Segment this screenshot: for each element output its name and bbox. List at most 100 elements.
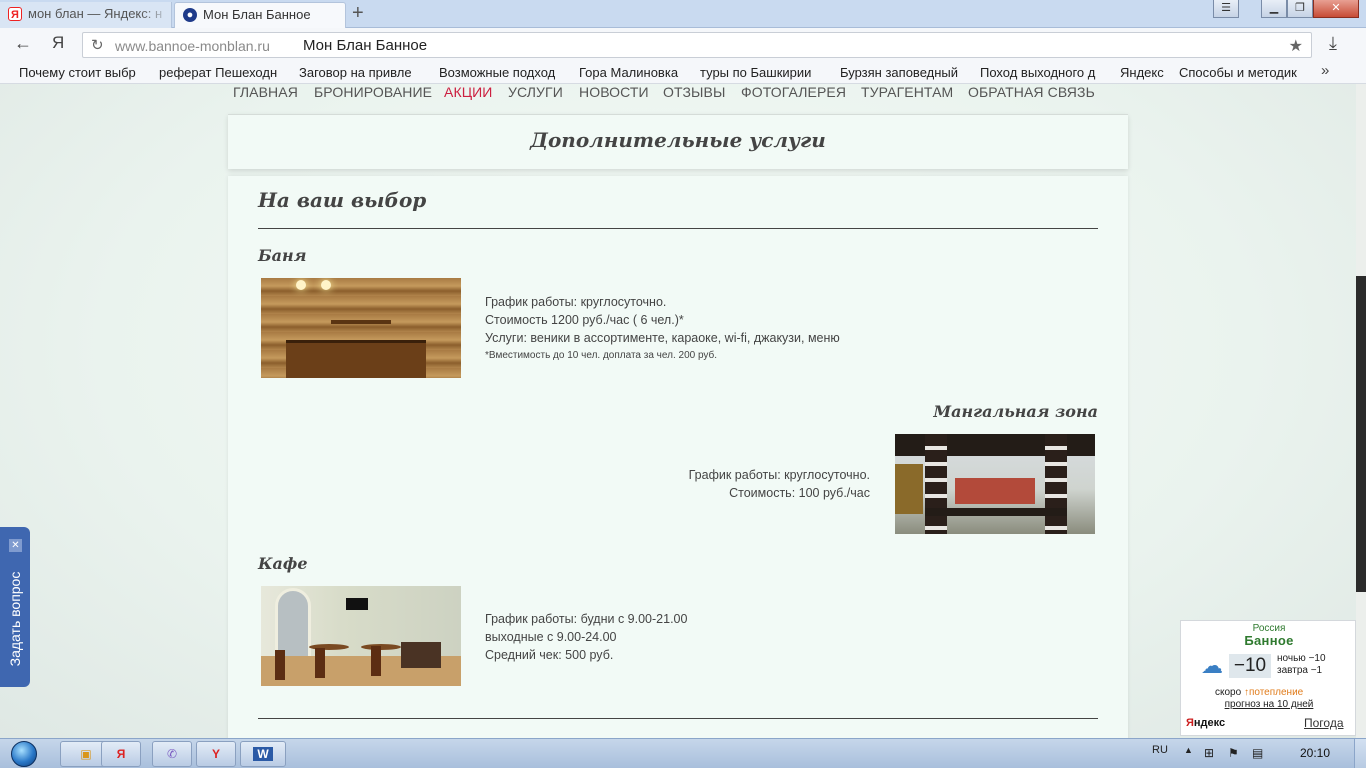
nav-agents[interactable]: ТУРАГЕНТАМ (861, 84, 953, 100)
page-scrollbar[interactable] (1356, 84, 1366, 738)
weather-tomorrow: завтра −1 (1277, 665, 1323, 676)
nav-home[interactable]: ГЛАВНАЯ (233, 84, 298, 100)
bookmarks-bar: Почему стоит выбр реферат Пешеходн Загов… (0, 62, 1366, 84)
mangal-photo[interactable] (895, 434, 1095, 534)
nav-gallery[interactable]: ФОТОГАЛЕРЕЯ (741, 84, 846, 100)
viber-icon: ✆ (166, 747, 178, 761)
site-favicon-icon: ● (183, 8, 197, 22)
show-desktop-button[interactable] (1354, 739, 1366, 768)
nav-promotions[interactable]: АКЦИИ (444, 84, 492, 100)
fence (955, 478, 1035, 504)
forecast-link[interactable]: прогноз на 10 дней (1181, 699, 1357, 710)
divider (258, 718, 1098, 719)
cafe-details: График работы: будни с 9.00-21.00 выходн… (485, 610, 885, 664)
service-title-banya: Баня (258, 246, 307, 265)
lamp (321, 280, 331, 290)
chair (275, 650, 285, 680)
yandex-brand[interactable]: Яндекс (1186, 717, 1225, 729)
ask-question-widget[interactable]: ✕ Задать вопрос (0, 527, 30, 687)
bookmark-item[interactable]: Почему стоит выбр (19, 65, 145, 80)
banya-hours: График работы: круглосуточно. (485, 295, 667, 309)
nav-booking[interactable]: БРОНИРОВАНИЕ (314, 84, 432, 100)
tab-fade (141, 2, 171, 26)
yandex-logo-icon[interactable]: Я (52, 33, 64, 53)
post (925, 434, 947, 534)
download-icon[interactable]: ⤓ (1329, 33, 1337, 54)
yandex-brand-first: Я (1186, 717, 1194, 729)
nav-reviews[interactable]: ОТЗЫВЫ (663, 84, 725, 100)
shelf (331, 320, 391, 324)
cafe-weekends: выходные с 9.00-24.00 (485, 630, 617, 644)
page-title: Дополнительные услуги (530, 128, 826, 152)
network-icon[interactable]: ▤ (1252, 746, 1268, 760)
bookmark-item[interactable]: Гора Малиновка (579, 65, 689, 80)
menu-button[interactable]: ☰ (1213, 0, 1239, 18)
tab-yandex-search[interactable]: Я мон блан — Яндекс: н (0, 2, 172, 28)
cafe-photo[interactable] (261, 586, 461, 686)
nav-news[interactable]: НОВОСТИ (579, 84, 649, 100)
tv (346, 598, 368, 610)
close-icon[interactable]: ✕ (9, 539, 22, 552)
yandex-brand-rest: ндекс (1193, 717, 1226, 729)
pogoda-link[interactable]: Погода (1304, 716, 1344, 730)
clock[interactable]: 20:10 (1300, 746, 1330, 760)
url-domain: www.bannoe-monblan.ru (115, 38, 270, 54)
bookmark-item[interactable]: Заговор на привле (299, 65, 425, 80)
banya-details: График работы: круглосуточно. Стоимость … (485, 293, 905, 365)
address-bar: ← Я ↻ www.bannoe-monblan.ru Мон Блан Бан… (0, 28, 1366, 62)
back-arrow-icon[interactable]: ← (14, 33, 32, 54)
taskbar-yandex[interactable]: Я (101, 741, 141, 767)
post (1045, 434, 1067, 534)
bookmark-item[interactable]: Бурзян заповедный (840, 65, 966, 80)
weather-trend: ↑потепление (1243, 687, 1304, 698)
tab-mon-blan[interactable]: ● Мон Блан Банное (174, 2, 346, 28)
tab-label: Мон Блан Банное (203, 7, 311, 22)
bookmark-item[interactable]: Возможные подход (439, 65, 565, 80)
mangal-hours: График работы: круглосуточно. (688, 468, 870, 482)
chair (371, 646, 381, 676)
tray-expand-icon[interactable]: ▲ (1184, 745, 1193, 755)
weather-night: ночью −10 (1277, 653, 1326, 664)
yandex-icon: Я (116, 747, 126, 761)
minimize-button[interactable]: ▁ (1261, 0, 1287, 18)
taskbar-yandex-browser[interactable]: Y (196, 741, 236, 767)
maximize-button[interactable]: ❐ (1287, 0, 1313, 18)
nav-feedback[interactable]: ОБРАТНАЯ СВЯЗЬ (968, 84, 1095, 100)
banya-photo[interactable] (261, 278, 461, 378)
lamp (296, 280, 306, 290)
scrollbar-thumb[interactable] (1356, 276, 1366, 592)
weather-widget[interactable]: Россия Банное ☁ −10 ночью −10 завтра −1 … (1180, 620, 1356, 736)
windows-orb-icon (11, 741, 37, 767)
ask-question-label[interactable]: Задать вопрос (0, 565, 30, 677)
yandex-browser-icon: Y (211, 747, 220, 761)
url-field[interactable]: ↻ www.bannoe-monblan.ru Мон Блан Банное … (82, 32, 1312, 58)
bookmark-item[interactable]: Способы и методик (1179, 65, 1307, 80)
service-title-cafe: Кафе (258, 554, 308, 573)
weather-city[interactable]: Банное (1181, 633, 1357, 648)
taskbar-viber[interactable]: ✆ (152, 741, 192, 767)
weather-soon: скоро ↑потепление (1215, 687, 1303, 698)
divider (258, 228, 1098, 229)
bookmarks-more-icon[interactable]: » (1321, 62, 1329, 79)
windows-flag-icon[interactable]: ⊞ (1204, 746, 1220, 760)
rail (925, 508, 1067, 516)
action-center-icon[interactable]: ⚑ (1228, 746, 1244, 760)
counter (286, 340, 426, 378)
mangal-price: Стоимость: 100 руб./час (729, 486, 870, 500)
page-viewport: ГЛАВНАЯ БРОНИРОВАНИЕ АКЦИИ УСЛУГИ НОВОСТ… (0, 84, 1356, 738)
language-indicator[interactable]: RU (1152, 744, 1168, 756)
close-button[interactable]: ✕ (1313, 0, 1359, 18)
cafe-weekdays: График работы: будни с 9.00-21.00 (485, 612, 688, 626)
bookmark-star-icon[interactable]: ★ (1289, 36, 1303, 56)
bookmark-item[interactable]: реферат Пешеходн (159, 65, 285, 80)
nav-services[interactable]: УСЛУГИ (508, 84, 563, 100)
start-button[interactable] (4, 739, 44, 768)
bookmark-item[interactable]: туры по Башкирии (700, 65, 822, 80)
banya-price: Стоимость 1200 руб./час ( 6 чел.)* (485, 313, 684, 327)
bookmark-item[interactable]: Поход выходного д (980, 65, 1106, 80)
reload-icon[interactable]: ↻ (91, 36, 104, 54)
page-header: Дополнительные услуги (228, 114, 1128, 169)
bookmark-item[interactable]: Яндекс (1120, 65, 1170, 80)
taskbar-word[interactable]: W (240, 741, 286, 767)
new-tab-button[interactable]: + (352, 3, 364, 23)
